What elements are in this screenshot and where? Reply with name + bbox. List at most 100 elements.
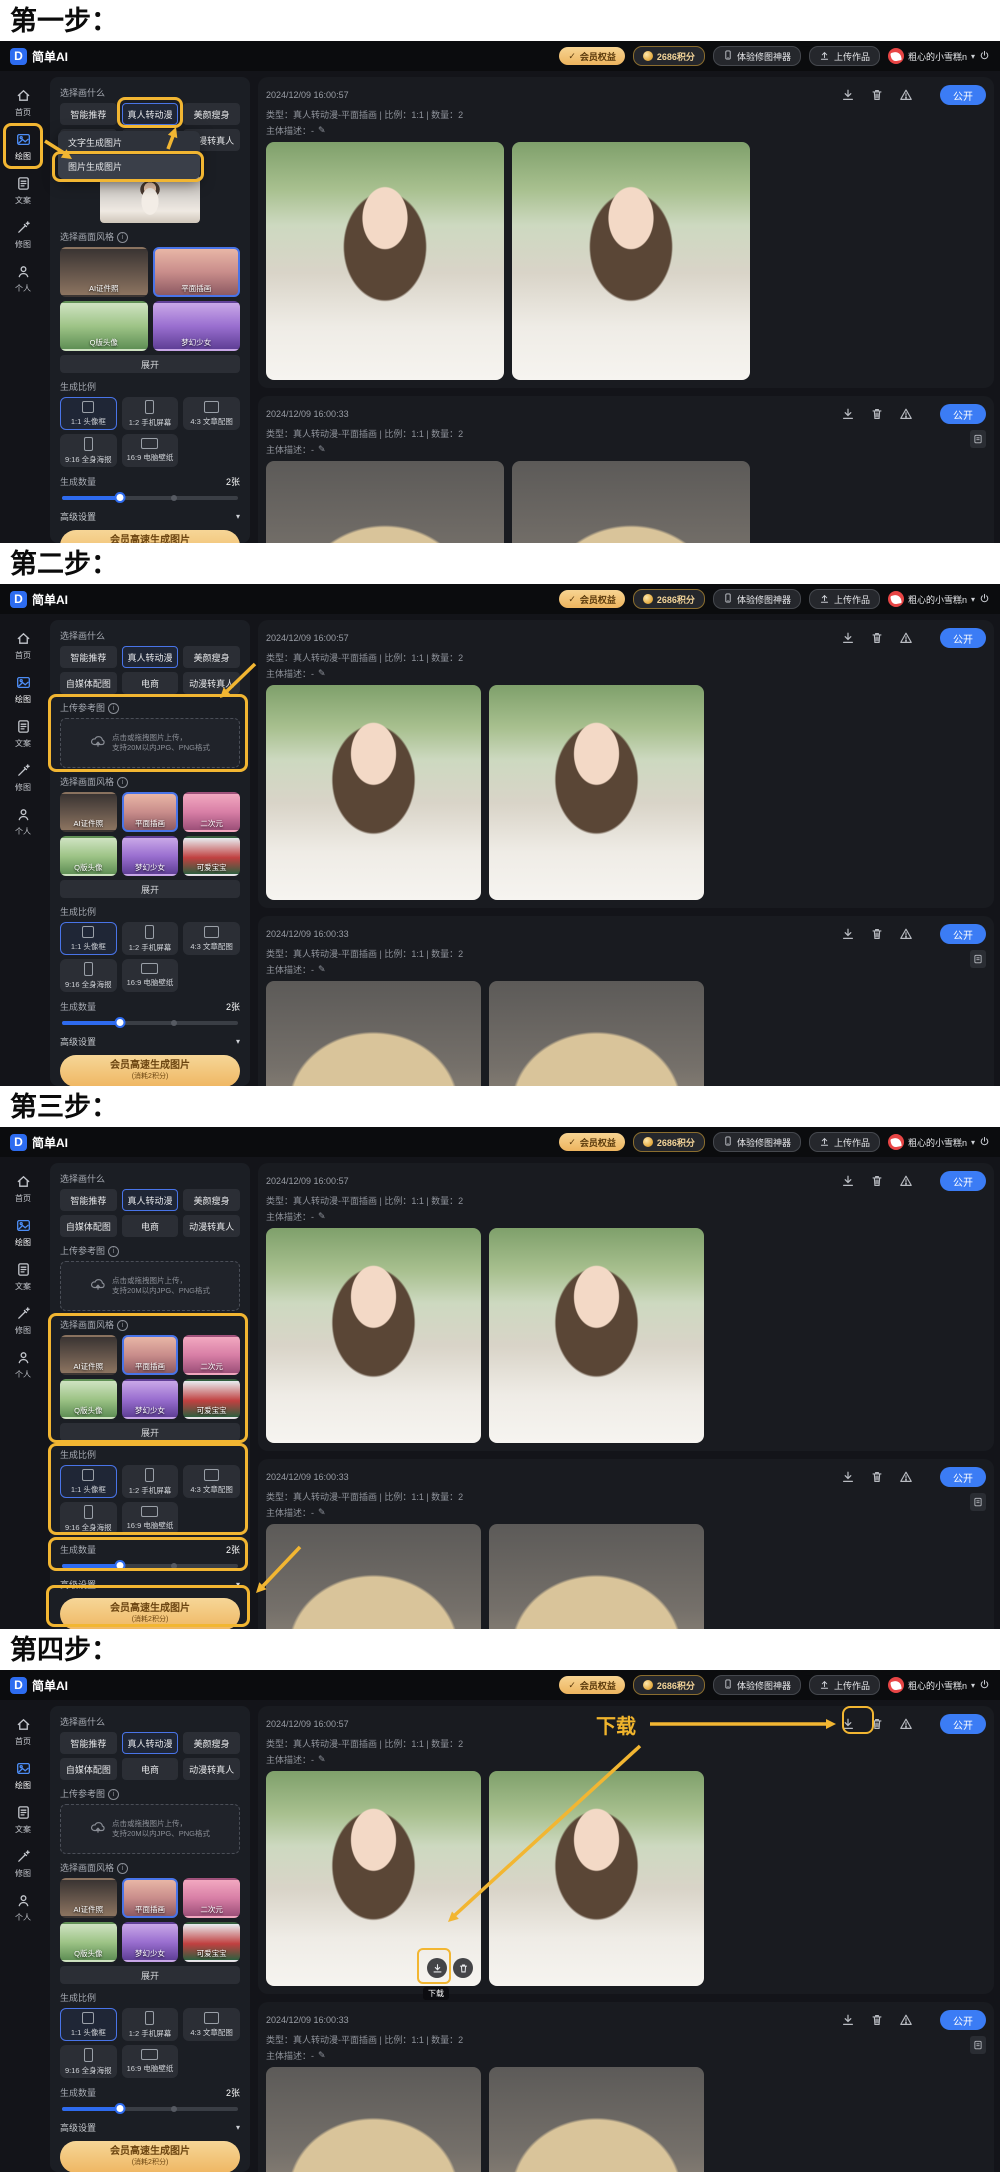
points-badge[interactable]: 2686积分 [633,589,705,609]
mode-ecommerce[interactable]: 电商 [122,1215,179,1237]
report-icon[interactable] [898,630,914,646]
generated-image-1[interactable] [266,2067,481,2172]
member-benefits-button[interactable]: ✓ 会员权益 [559,590,625,608]
ratio-9-16[interactable]: 9:16 全身海报 [60,959,117,992]
retouch-tool-button[interactable]: 体验修图神器 [713,589,801,609]
mode-anime-to-real[interactable]: 动漫转真人 [183,1215,240,1237]
style-id-photo[interactable]: AI证件照 [60,247,148,297]
style-cute-baby[interactable]: 可爱宝宝 [183,836,240,876]
user-menu[interactable]: 粗心的小雪糕n ▾ [888,1134,990,1150]
ratio-1-2[interactable]: 1:2 手机屏幕 [122,2008,179,2041]
download-icon[interactable] [840,1469,856,1485]
delete-icon[interactable] [869,1469,885,1485]
retouch-tool-button[interactable]: 体验修图神器 [713,1675,801,1695]
sidebar-item-home[interactable]: 首页 [3,85,43,120]
style-flat-illustration[interactable]: 平面插画 [122,1878,179,1918]
generate-button[interactable]: 会员高速生成图片 (消耗2积分) [60,1598,240,1629]
member-benefits-button[interactable]: ✓ 会员权益 [559,1133,625,1151]
info-icon[interactable]: i [117,232,128,243]
ratio-9-16[interactable]: 9:16 全身海报 [60,1502,117,1535]
retouch-tool-button[interactable]: 体验修图神器 [713,46,801,66]
expand-button[interactable]: 展开 [60,355,240,373]
delete-icon[interactable] [869,1173,885,1189]
mode-smart-recommend[interactable]: 智能推荐 [60,646,117,668]
style-2d-anime[interactable]: 二次元 [183,792,240,832]
brand[interactable]: D 简单AI [10,1134,68,1151]
edit-pencil-icon[interactable]: ✎ [318,1211,326,1222]
generated-image-2[interactable] [512,461,750,543]
publish-button[interactable]: 公开 [940,1467,986,1487]
mode-anime-to-real[interactable]: 动漫转真人 [183,672,240,694]
style-chibi-avatar[interactable]: Q版头像 [60,1922,117,1962]
sidebar-item-profile[interactable]: 个人 [3,261,43,296]
generated-image-2[interactable] [489,1524,704,1629]
style-chibi-avatar[interactable]: Q版头像 [60,301,148,351]
style-dream-girl[interactable]: 梦幻少女 [122,836,179,876]
generated-image-2[interactable] [489,685,704,900]
edit-pencil-icon[interactable]: ✎ [318,964,326,975]
style-flat-illustration[interactable]: 平面插画 [153,247,241,297]
style-chibi-avatar[interactable]: Q版头像 [60,1379,117,1419]
delete-icon[interactable] [869,406,885,422]
sidebar-item-home[interactable]: 首页 [3,1171,43,1206]
mode-media-image[interactable]: 自媒体配图 [60,1215,117,1237]
upload-dropzone[interactable]: 点击或拖拽图片上传， 支持20M以内JPG、PNG格式 [60,718,240,768]
brand[interactable]: D 简单AI [10,591,68,608]
upload-works-button[interactable]: 上传作品 [809,1675,880,1695]
mode-beauty-slim[interactable]: 美颜瘦身 [183,1189,240,1211]
upload-dropzone[interactable]: 点击或拖拽图片上传， 支持20M以内JPG、PNG格式 [60,1804,240,1854]
download-icon[interactable] [840,926,856,942]
sidebar-item-draw[interactable]: 绘图 [3,672,43,707]
publish-button[interactable]: 公开 [940,1714,986,1734]
sidebar-item-home[interactable]: 首页 [3,628,43,663]
ratio-1-2[interactable]: 1:2 手机屏幕 [122,1465,179,1498]
user-menu[interactable]: 粗心的小雪糕n ▾ [888,48,990,64]
delete-icon[interactable] [869,1716,885,1732]
count-slider[interactable] [62,1560,238,1571]
reference-note-icon[interactable] [970,1493,986,1511]
download-icon[interactable] [840,87,856,103]
download-icon[interactable] [840,1173,856,1189]
reference-image[interactable] [100,175,200,223]
info-icon[interactable]: i [117,777,128,788]
ratio-1-2[interactable]: 1:2 手机屏幕 [122,922,179,955]
sidebar-item-profile[interactable]: 个人 [3,1347,43,1382]
ratio-4-3[interactable]: 4:3 文章配图 [183,1465,240,1498]
sidebar-item-draw[interactable]: 绘图 [3,1215,43,1250]
style-dream-girl[interactable]: 梦幻少女 [122,1922,179,1962]
generate-button[interactable]: 会员高速生成图片 (消耗2积分) [60,2141,240,2172]
sidebar-item-copywriting[interactable]: 文案 [3,716,43,751]
style-cute-baby[interactable]: 可爱宝宝 [183,1379,240,1419]
member-benefits-button[interactable]: ✓ 会员权益 [559,1676,625,1694]
generated-image-2[interactable] [512,142,750,380]
slider-knob[interactable] [115,1560,126,1571]
mode-real-to-anime[interactable]: 真人转动漫 [122,1189,179,1211]
mode-beauty-slim[interactable]: 美颜瘦身 [183,646,240,668]
advanced-settings[interactable]: 高级设置 ▾ [60,510,240,523]
info-icon[interactable]: i [108,1789,119,1800]
count-slider[interactable] [62,2103,238,2114]
delete-icon[interactable] [869,630,885,646]
generated-image-1[interactable]: 下载 [266,1228,481,1443]
generated-image-1[interactable] [266,981,481,1086]
mode-beauty-slim[interactable]: 美颜瘦身 [183,1732,240,1754]
sidebar-item-draw[interactable]: 绘图 [3,1758,43,1793]
download-icon[interactable] [840,2012,856,2028]
sidebar-item-copywriting[interactable]: 文案 [3,1802,43,1837]
download-icon[interactable] [840,406,856,422]
expand-button[interactable]: 展开 [60,880,240,898]
mode-anime-to-real[interactable]: 动漫转真人 [183,1758,240,1780]
report-icon[interactable] [898,406,914,422]
generated-image-1[interactable] [266,461,504,543]
sidebar-item-copywriting[interactable]: 文案 [3,1259,43,1294]
info-icon[interactable]: i [108,703,119,714]
style-dream-girl[interactable]: 梦幻少女 [153,301,241,351]
upload-dropzone[interactable]: 点击或拖拽图片上传， 支持20M以内JPG、PNG格式 [60,1261,240,1311]
image-delete-button[interactable] [453,1958,473,1978]
user-menu[interactable]: 粗心的小雪糕n ▾ [888,591,990,607]
generated-image-2[interactable] [489,1771,704,1986]
mode-smart-recommend[interactable]: 智能推荐 [60,1189,117,1211]
delete-icon[interactable] [869,87,885,103]
sidebar-item-retouch[interactable]: 修图 [3,217,43,252]
style-id-photo[interactable]: AI证件照 [60,1335,117,1375]
